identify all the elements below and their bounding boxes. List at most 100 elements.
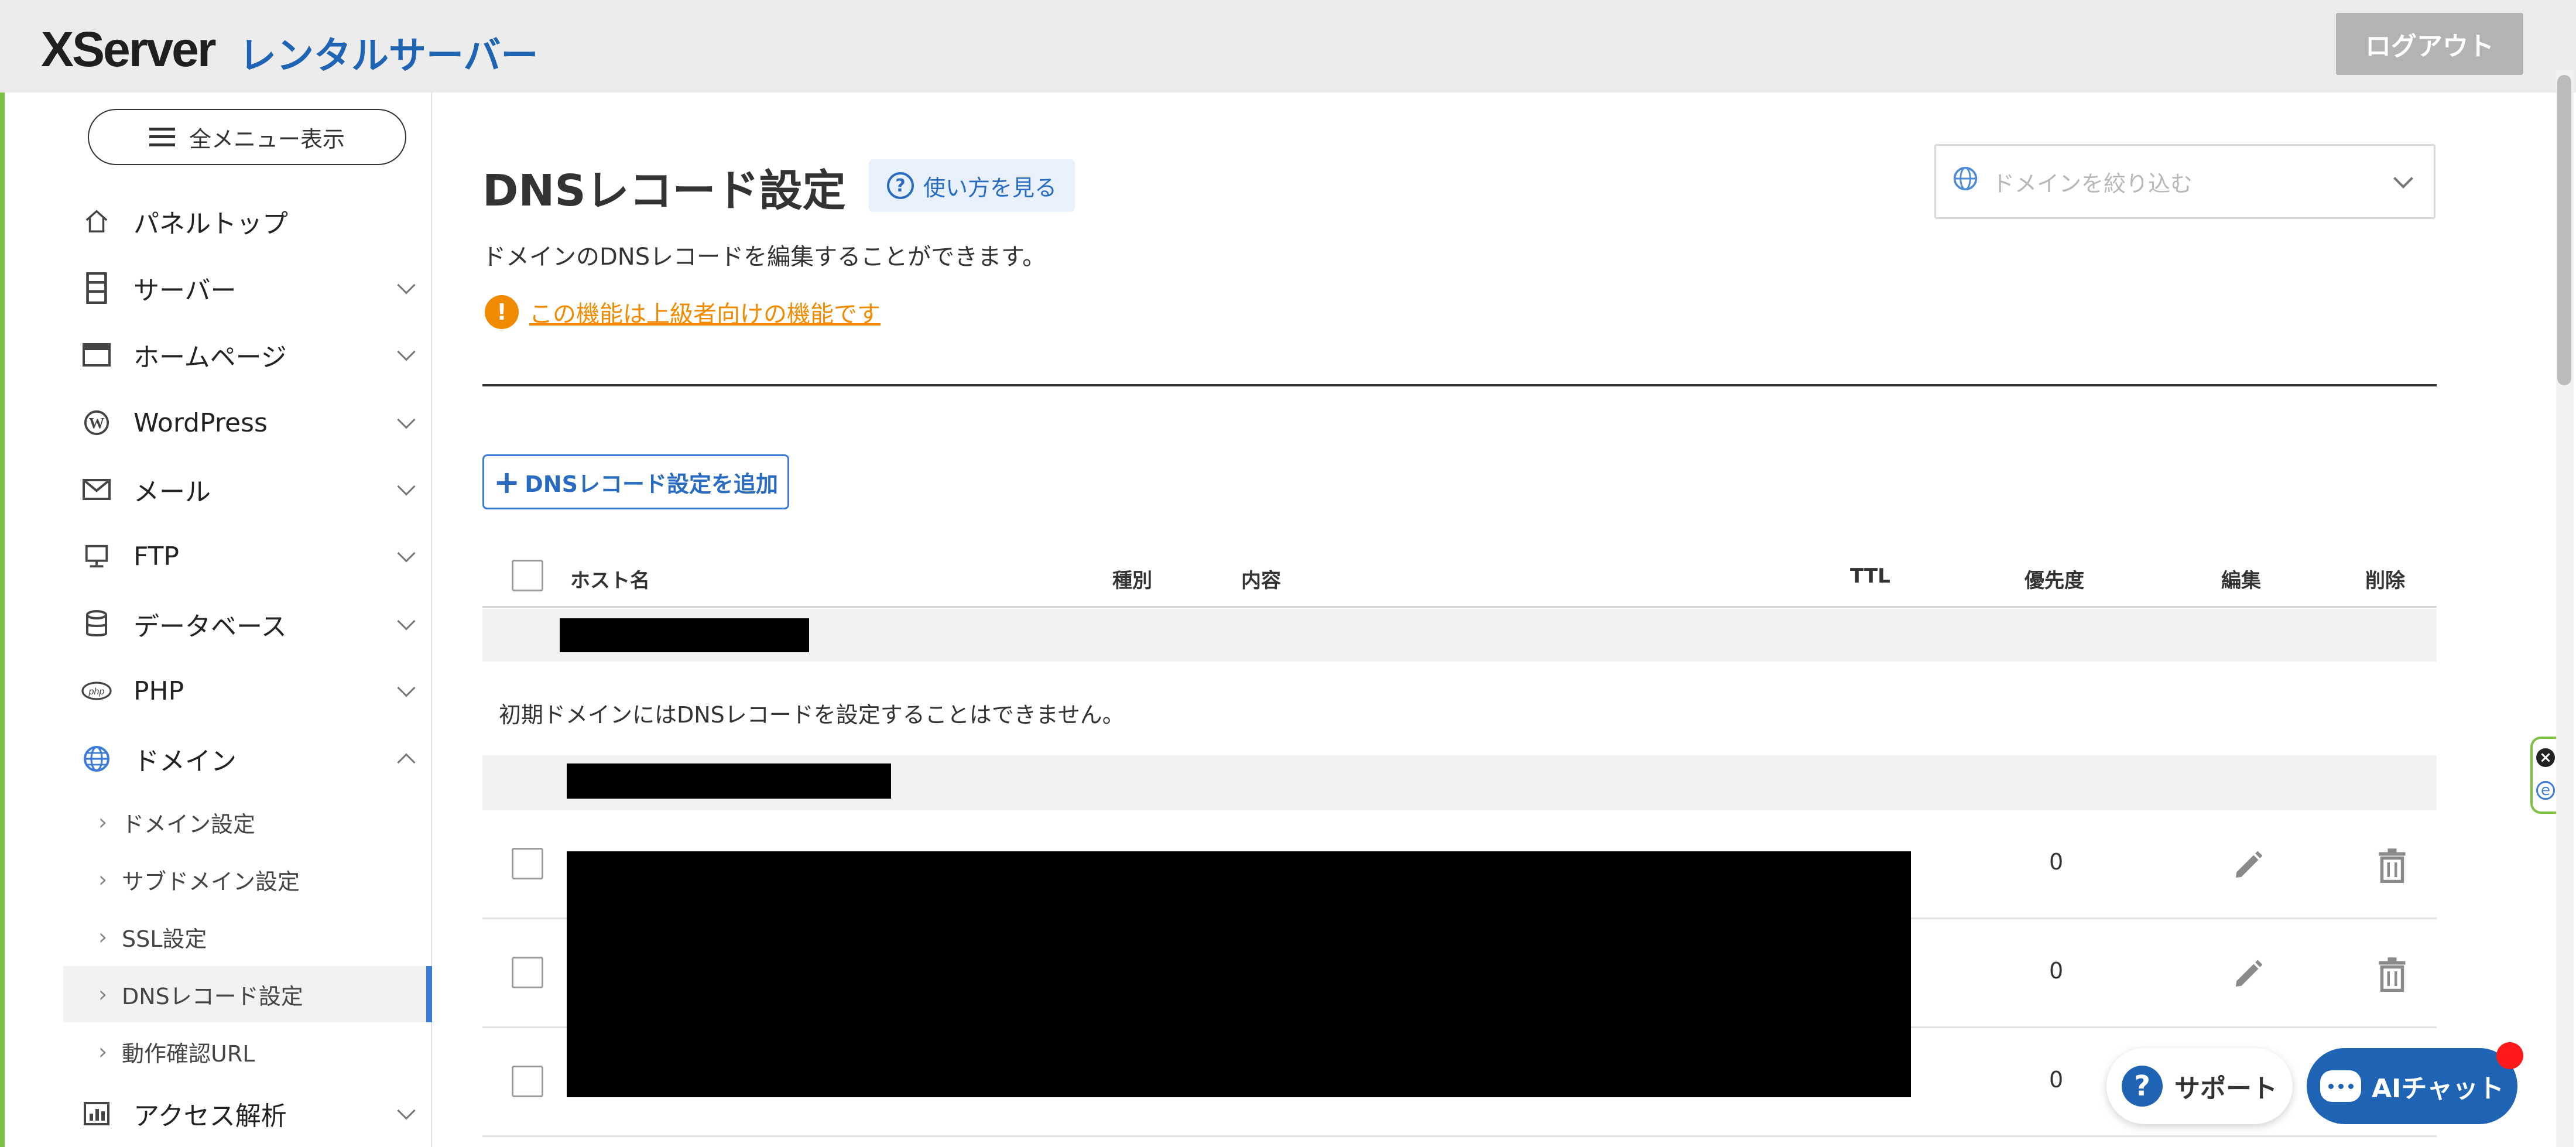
- home-icon: [81, 206, 112, 237]
- side-widget[interactable]: × e: [2530, 737, 2556, 814]
- svg-text:php: php: [88, 687, 105, 697]
- all-menu-label: 全メニュー表示: [189, 126, 345, 152]
- sidebar-item-database[interactable]: データベース: [63, 595, 432, 653]
- sidebar-item-label: アクセス解析: [133, 1101, 287, 1131]
- column-header-ttl: TTL: [1850, 564, 1890, 588]
- logout-button[interactable]: ログアウト: [2336, 13, 2523, 75]
- close-icon[interactable]: ×: [2536, 748, 2555, 767]
- chevron-right-icon: ›: [98, 867, 108, 892]
- sidebar-item-label: データベース: [133, 612, 287, 642]
- svg-text:W: W: [89, 415, 105, 432]
- sidebar-item-wordpress[interactable]: W WordPress: [63, 393, 432, 452]
- row-checkbox[interactable]: [512, 1066, 543, 1097]
- xserver-logo[interactable]: XServer: [41, 21, 217, 78]
- chevron-right-icon: ›: [98, 1039, 108, 1064]
- sidebar-item-label: ドメイン: [133, 747, 237, 776]
- sidebar-item-ftp[interactable]: FTP: [63, 527, 432, 586]
- edit-pencil-icon[interactable]: [2225, 842, 2272, 889]
- sidebar-subitem-label: 動作確認URL: [122, 1040, 255, 1067]
- column-header-delete: 削除: [2365, 569, 2405, 593]
- sidebar-subitem-dns-record-settings[interactable]: › DNSレコード設定: [63, 966, 432, 1022]
- initial-domain-note: 初期ドメインにはDNSレコードを設定することはできません。: [499, 702, 1125, 728]
- chevron-down-icon: [395, 477, 418, 501]
- ai-chat-button[interactable]: AIチャット: [2307, 1048, 2517, 1124]
- advanced-warning: ! この機能は上級者向けの機能です: [485, 295, 881, 329]
- notification-badge: [2496, 1042, 2523, 1069]
- chevron-right-icon: ›: [98, 809, 108, 835]
- logo-subtitle[interactable]: レンタルサーバー: [239, 26, 538, 80]
- top-header: XServer レンタルサーバー ログアウト: [0, 0, 2576, 93]
- redacted-record-details: [567, 851, 1911, 1097]
- add-dns-record-button[interactable]: + DNSレコード設定を追加: [482, 454, 789, 509]
- page-description: ドメインのDNSレコードを編集することができます。: [482, 244, 1046, 271]
- column-header-host: ホスト名: [570, 569, 650, 593]
- column-header-priority: 優先度: [2025, 569, 2084, 593]
- scrollbar-thumb[interactable]: [2557, 75, 2571, 385]
- sidebar-item-label: WordPress: [133, 408, 268, 438]
- e-icon[interactable]: e: [2536, 781, 2555, 800]
- section-divider: [482, 384, 2437, 386]
- sidebar-item-label: FTP: [133, 541, 179, 571]
- row-checkbox[interactable]: [512, 957, 543, 988]
- sidebar-item-label: メール: [133, 477, 211, 507]
- delete-trash-icon[interactable]: [2369, 842, 2416, 889]
- chevron-down-icon: [395, 276, 418, 300]
- redacted-domain-name: [560, 618, 809, 652]
- howto-button[interactable]: ? 使い方を見る: [869, 159, 1075, 212]
- sidebar-item-panel-top[interactable]: パネルトップ: [63, 192, 432, 251]
- column-header-type: 種別: [1112, 569, 1152, 593]
- select-all-checkbox[interactable]: [512, 560, 543, 591]
- domain-filter-select[interactable]: ドメインを絞り込む: [1934, 144, 2435, 219]
- sidebar-item-mail[interactable]: メール: [63, 460, 432, 519]
- mail-icon: [81, 474, 112, 505]
- sidebar-subitem-label: サブドメイン設定: [122, 868, 300, 895]
- sidebar-item-label: ホームページ: [133, 343, 287, 372]
- priority-value: 0: [2049, 958, 2064, 984]
- sidebar-subitem-label: ドメイン設定: [122, 811, 256, 837]
- chevron-down-icon: [395, 544, 418, 568]
- question-circle-icon: ?: [2122, 1066, 2163, 1107]
- all-menu-button[interactable]: 全メニュー表示: [88, 109, 406, 165]
- sidebar-item-label: パネルトップ: [133, 209, 288, 239]
- table-header: ホスト名 種別 内容 TTL 優先度 編集 削除: [482, 547, 2437, 608]
- globe-icon: [1952, 166, 1978, 198]
- chevron-down-icon: [395, 612, 418, 636]
- advanced-feature-link[interactable]: この機能は上級者向けの機能です: [529, 295, 881, 329]
- chart-icon: [81, 1098, 112, 1129]
- ai-chat-label: AIチャット: [2372, 1074, 2504, 1104]
- sidebar-item-label: PHP: [133, 676, 184, 706]
- priority-value: 0: [2049, 1067, 2064, 1093]
- sidebar-subitem-operation-check-url[interactable]: › 動作確認URL: [63, 1023, 432, 1080]
- edit-pencil-icon[interactable]: [2225, 951, 2272, 998]
- chevron-right-icon: ›: [98, 924, 108, 950]
- column-header-content: 内容: [1241, 569, 1281, 593]
- sidebar-subitem-domain-settings[interactable]: › ドメイン設定: [63, 794, 432, 850]
- sidebar-subitem-label: SSL設定: [122, 926, 207, 952]
- sidebar-item-label: サーバー: [133, 276, 237, 306]
- column-header-edit: 編集: [2221, 569, 2261, 593]
- server-icon: [81, 272, 112, 304]
- database-icon: [81, 608, 112, 640]
- sidebar-item-homepage[interactable]: ホームページ: [63, 326, 432, 384]
- sidebar-item-domain[interactable]: ドメイン: [63, 730, 432, 788]
- add-button-label: DNSレコード設定を追加: [525, 471, 778, 497]
- support-button[interactable]: ? サポート: [2106, 1048, 2293, 1124]
- chevron-up-icon: [395, 747, 418, 772]
- redacted-domain-name: [567, 763, 891, 799]
- domain-group-row: [482, 755, 2437, 810]
- support-label: サポート: [2174, 1074, 2277, 1104]
- sidebar-subitem-subdomain-settings[interactable]: › サブドメイン設定: [63, 851, 432, 908]
- sidebar-item-php[interactable]: php PHP: [63, 662, 432, 720]
- question-circle-icon: ?: [886, 172, 914, 199]
- sidebar-item-server[interactable]: サーバー: [63, 259, 432, 317]
- page-title: DNSレコード設定: [482, 166, 846, 216]
- window-icon: [81, 339, 112, 371]
- chevron-down-icon: [395, 679, 418, 703]
- delete-trash-icon[interactable]: [2369, 951, 2416, 998]
- sidebar-subitem-ssl-settings[interactable]: › SSL設定: [63, 909, 432, 965]
- globe-icon: [81, 743, 112, 775]
- sidebar-item-access-analysis[interactable]: アクセス解析: [63, 1084, 432, 1143]
- row-checkbox[interactable]: [512, 848, 543, 879]
- domain-filter-placeholder: ドメインを絞り込む: [1992, 170, 2193, 197]
- howto-label: 使い方を見る: [923, 174, 1057, 201]
